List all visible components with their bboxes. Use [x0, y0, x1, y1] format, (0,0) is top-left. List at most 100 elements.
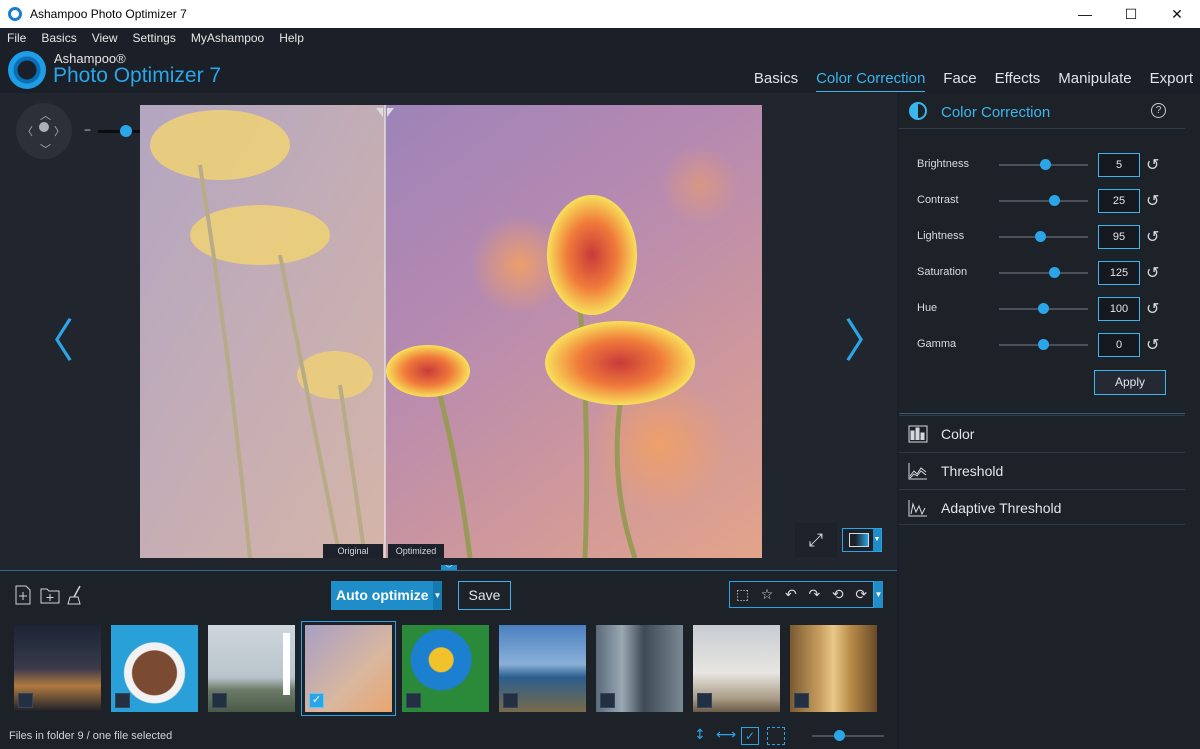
lightness-value-field[interactable]: 95 [1098, 225, 1140, 249]
save-button[interactable]: Save [458, 581, 511, 610]
section-adaptive-threshold[interactable]: Adaptive Threshold [899, 489, 1185, 525]
tab-effects[interactable]: Effects [995, 70, 1041, 92]
add-folder-icon[interactable] [40, 585, 60, 605]
chevron-down-icon[interactable]: ▼ [873, 529, 881, 551]
thumbnail-parrot[interactable] [402, 625, 489, 712]
color-correction-header[interactable]: Color Correction ? [899, 93, 1185, 129]
auto-optimize-button[interactable]: Auto optimize ▼ [331, 581, 442, 610]
thumbnail-size-slider-handle[interactable] [834, 730, 845, 741]
pan-right-icon[interactable]: 〉 [54, 123, 65, 139]
saturation-slider[interactable] [999, 272, 1088, 274]
thumbnail-checkbox[interactable] [115, 693, 130, 708]
pan-up-icon[interactable]: ︿ [40, 107, 51, 123]
close-button[interactable]: ✕ [1154, 0, 1200, 28]
threshold-icon [908, 463, 927, 480]
thumbnail-checkbox[interactable] [600, 693, 615, 708]
lightness-reset-icon[interactable]: ↺ [1146, 227, 1159, 246]
zoom-slider-handle[interactable] [120, 125, 132, 137]
thumbnail-golden-gate[interactable] [499, 625, 586, 712]
gamma-slider-handle[interactable] [1037, 339, 1049, 350]
minimize-button[interactable]: — [1062, 0, 1108, 28]
clear-list-icon[interactable] [66, 585, 84, 605]
contrast-slider[interactable] [999, 200, 1088, 202]
tools-dropdown-icon[interactable]: ▼ [874, 581, 883, 608]
brightness-value-field[interactable]: 5 [1098, 153, 1140, 177]
saturation-value-field[interactable]: 125 [1098, 261, 1140, 285]
maximize-button[interactable]: ☐ [1108, 0, 1154, 28]
checkmark-icon[interactable]: ✓ [309, 693, 324, 708]
thumbnail-city-night[interactable] [14, 625, 101, 712]
previous-image-arrow-icon[interactable]: 〈 [28, 305, 74, 371]
tab-export[interactable]: Export [1150, 70, 1193, 92]
saturation-reset-icon[interactable]: ↺ [1146, 263, 1159, 282]
tab-manipulate[interactable]: Manipulate [1058, 70, 1131, 92]
next-image-arrow-icon[interactable]: 〉 [844, 305, 890, 371]
menu-basics[interactable]: Basics [34, 31, 84, 45]
hue-slider-handle[interactable] [1037, 303, 1049, 314]
tab-color-correction[interactable]: Color Correction [816, 70, 926, 92]
lightness-slider-handle[interactable] [1034, 231, 1046, 242]
rotate-right-90-icon[interactable]: ⟳ [855, 587, 867, 603]
pan-left-icon[interactable]: 〈 [22, 123, 33, 139]
tab-face[interactable]: Face [943, 70, 976, 92]
apply-button[interactable]: Apply [1094, 370, 1166, 395]
thumbnail-taj-mahal[interactable] [693, 625, 780, 712]
section-color-label: Color [941, 426, 975, 442]
thumbnail-flowers[interactable]: ✓ [301, 621, 396, 716]
contrast-reset-icon[interactable]: ↺ [1146, 191, 1159, 210]
menu-settings[interactable]: Settings [125, 31, 183, 45]
saturation-slider-handle[interactable] [1049, 267, 1061, 278]
crop-select-icon[interactable]: ⬚ [736, 587, 749, 603]
fullscreen-icon[interactable]: ⤢ [795, 523, 837, 557]
brightness-row: Brightness 5 ↺ [899, 153, 1185, 177]
vertical-resize-icon[interactable]: ↕ [694, 727, 706, 743]
thumbnail-man-hat[interactable] [111, 625, 198, 712]
contrast-slider-handle[interactable] [1049, 195, 1061, 206]
hue-reset-icon[interactable]: ↺ [1146, 299, 1159, 318]
thumbnail-street[interactable] [596, 625, 683, 712]
app-icon [8, 7, 22, 21]
menu-view[interactable]: View [85, 31, 126, 45]
compare-view-button[interactable]: ▼ [842, 528, 882, 552]
brightness-reset-icon[interactable]: ↺ [1146, 155, 1159, 174]
thumbnail-checkbox[interactable] [697, 693, 712, 708]
tab-basics[interactable]: Basics [754, 70, 798, 92]
section-threshold[interactable]: Threshold [899, 452, 1185, 488]
deselect-icon[interactable] [767, 727, 785, 745]
gamma-reset-icon[interactable]: ↺ [1146, 335, 1159, 354]
new-file-icon[interactable] [14, 585, 32, 605]
thumbnail-forest-path[interactable] [790, 625, 877, 712]
sparkle-icon[interactable]: ☆ [761, 587, 774, 603]
pan-navigator[interactable]: ︿ ﹀ 〈 〉 [16, 103, 72, 159]
chevron-down-icon[interactable]: ▼ [433, 581, 442, 610]
thumbnail-checkbox[interactable] [18, 693, 33, 708]
menu-file[interactable]: File [0, 31, 34, 45]
section-color[interactable]: Color [899, 415, 1185, 451]
thumbnail-checkbox[interactable] [503, 693, 518, 708]
thumbnail-checkbox[interactable] [212, 693, 227, 708]
optimized-label: Optimized [388, 544, 444, 558]
select-all-icon[interactable]: ✓ [741, 727, 759, 745]
ashampoo-logo-icon [8, 51, 46, 89]
menu-help[interactable]: Help [272, 31, 312, 45]
undo-icon[interactable]: ↶ [785, 587, 797, 603]
status-text: Files in folder 9 / one file selected [9, 730, 173, 742]
rotate-left-90-icon[interactable]: ⟲ [832, 587, 844, 603]
lightness-row: Lightness 95 ↺ [899, 225, 1185, 249]
hue-value-field[interactable]: 100 [1098, 297, 1140, 321]
thumbnail-size-slider[interactable] [812, 735, 884, 737]
zoom-out-icon[interactable]: − [84, 123, 91, 137]
pan-down-icon[interactable]: ﹀ [40, 141, 51, 157]
thumbnail-checkbox[interactable] [794, 693, 809, 708]
pan-center-icon[interactable] [39, 122, 49, 132]
contrast-value-field[interactable]: 25 [1098, 189, 1140, 213]
thumbnail-lighthouse[interactable] [208, 625, 295, 712]
lighthouse-shape [283, 633, 290, 695]
gamma-value-field[interactable]: 0 [1098, 333, 1140, 357]
horizontal-resize-icon[interactable]: ⟷ [716, 727, 736, 743]
menu-myashampoo[interactable]: MyAshampoo [184, 31, 272, 45]
thumbnail-checkbox[interactable] [406, 693, 421, 708]
redo-icon[interactable]: ↷ [808, 587, 820, 603]
help-icon[interactable]: ? [1151, 103, 1166, 118]
brightness-slider-handle[interactable] [1040, 159, 1052, 170]
